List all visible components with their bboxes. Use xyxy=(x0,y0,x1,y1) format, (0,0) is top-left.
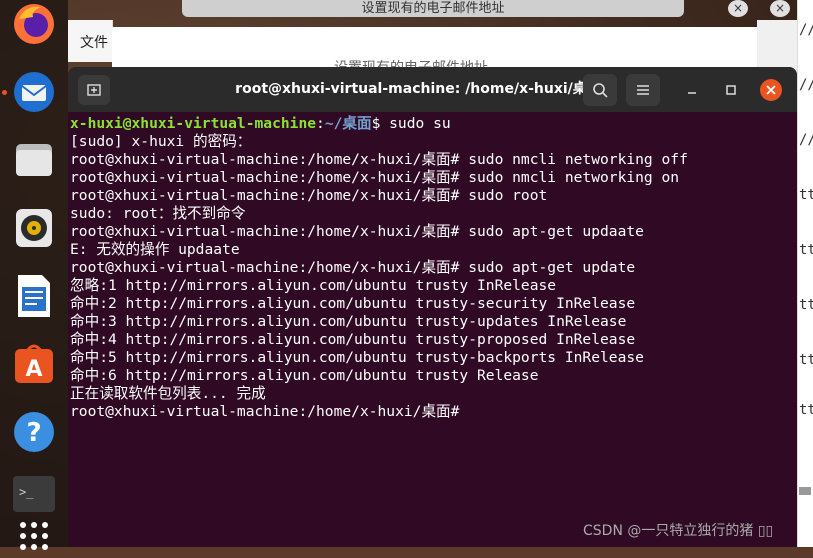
search-button[interactable] xyxy=(583,74,617,106)
close-icon xyxy=(766,85,776,95)
watermark: CSDN @一只特立独行的猪 ▯▯ xyxy=(583,523,774,539)
software-center-icon[interactable]: A xyxy=(10,340,58,388)
doc-line: // xyxy=(799,132,813,148)
terminal-line: 命中:6 http://mirrors.aliyun.com/ubuntu tr… xyxy=(70,367,539,384)
doc-line: tt xyxy=(799,242,813,258)
doc-line: // xyxy=(799,22,813,38)
help-icon[interactable]: ? xyxy=(10,408,58,456)
background-document: // // // tt tt tt tt tt xyxy=(797,0,813,547)
files-icon[interactable] xyxy=(10,136,58,184)
window-close-button[interactable]: × xyxy=(770,0,790,17)
hamburger-menu-button[interactable] xyxy=(626,74,660,106)
terminal-window[interactable]: root@xhuxi-virtual-machine: /home/x-huxi… xyxy=(68,67,797,547)
terminal-title: root@xhuxi-virtual-machine: /home/x-huxi… xyxy=(235,81,601,97)
new-tab-button[interactable] xyxy=(78,75,110,105)
terminal-line: 命中:4 http://mirrors.aliyun.com/ubuntu tr… xyxy=(70,331,636,348)
terminal-line: root@xhuxi-virtual-machine:/home/x-huxi/… xyxy=(70,259,636,276)
terminal-output[interactable]: x-huxi@xhuxi-virtual-machine:~/桌面$ sudo … xyxy=(70,115,795,547)
doc-line: tt xyxy=(799,402,813,418)
doc-line: tt xyxy=(799,352,813,368)
scrollbar[interactable] xyxy=(799,487,811,495)
terminal-line: 命中:2 http://mirrors.aliyun.com/ubuntu tr… xyxy=(70,295,636,312)
thunderbird-icon[interactable] xyxy=(10,68,58,116)
terminal-line: 正在读取软件包列表... 完成 xyxy=(70,385,266,402)
svg-text:>_: >_ xyxy=(19,485,34,499)
doc-line: // xyxy=(799,77,813,93)
terminal-titlebar[interactable]: root@xhuxi-virtual-machine: /home/x-huxi… xyxy=(68,67,797,112)
dock: A ? >_ xyxy=(0,0,68,550)
file-menu-label: 文件 xyxy=(80,35,108,51)
svg-text:A: A xyxy=(25,357,42,382)
terminal-line: 命中:3 http://mirrors.aliyun.com/ubuntu tr… xyxy=(70,313,627,330)
terminal-line: 命中:5 http://mirrors.aliyun.com/ubuntu tr… xyxy=(70,349,644,366)
firefox-icon[interactable] xyxy=(10,0,58,48)
hamburger-icon xyxy=(637,85,649,95)
maximize-icon xyxy=(726,85,736,95)
terminal-line: root@xhuxi-virtual-machine:/home/x-huxi/… xyxy=(70,151,688,168)
running-indicator xyxy=(2,90,7,95)
terminal-line: x-huxi@xhuxi-virtual-machine:~/桌面$ sudo … xyxy=(70,115,795,133)
libreoffice-writer-icon[interactable] xyxy=(10,272,58,320)
search-icon xyxy=(593,83,608,98)
email-dialog-body: 设置现有的电子邮件地址 xyxy=(112,27,757,76)
prompt-separator: : xyxy=(316,115,325,132)
show-applications-icon[interactable] xyxy=(10,510,58,558)
minimize-button[interactable] xyxy=(682,80,702,100)
terminal-line: root@xhuxi-virtual-machine:/home/x-huxi/… xyxy=(70,187,548,204)
terminal-line: root@xhuxi-virtual-machine:/home/x-huxi/… xyxy=(70,169,680,186)
terminal-line: root@xhuxi-virtual-machine:/home/x-huxi/… xyxy=(70,223,644,240)
prompt-command: $ sudo su xyxy=(371,115,451,132)
doc-line: tt xyxy=(799,187,813,203)
dialog-close-button[interactable]: × xyxy=(728,0,748,17)
terminal-line: E: 无效的操作 updaate xyxy=(70,241,240,258)
file-menu[interactable]: 文件 xyxy=(68,20,113,62)
rhythmbox-icon[interactable] xyxy=(10,204,58,252)
svg-text:?: ? xyxy=(26,418,41,448)
minimize-icon xyxy=(688,92,696,94)
doc-line: tt xyxy=(799,297,813,313)
terminal-line: [sudo] x-huxi 的密码： xyxy=(70,133,252,150)
terminal-line: 忽略:1 http://mirrors.aliyun.com/ubuntu tr… xyxy=(70,277,557,294)
terminal-line: root@xhuxi-virtual-machine:/home/x-huxi/… xyxy=(70,403,469,420)
maximize-button[interactable] xyxy=(721,80,741,100)
close-button[interactable] xyxy=(760,79,782,101)
prompt-user: x-huxi@xhuxi-virtual-machine xyxy=(70,115,317,132)
terminal-line: sudo: root：找不到命令 xyxy=(70,205,246,222)
new-tab-icon xyxy=(87,84,101,96)
email-dialog-title: 设置现有的电子邮件地址 xyxy=(182,0,684,17)
prompt-path: ~/桌面 xyxy=(324,115,372,132)
